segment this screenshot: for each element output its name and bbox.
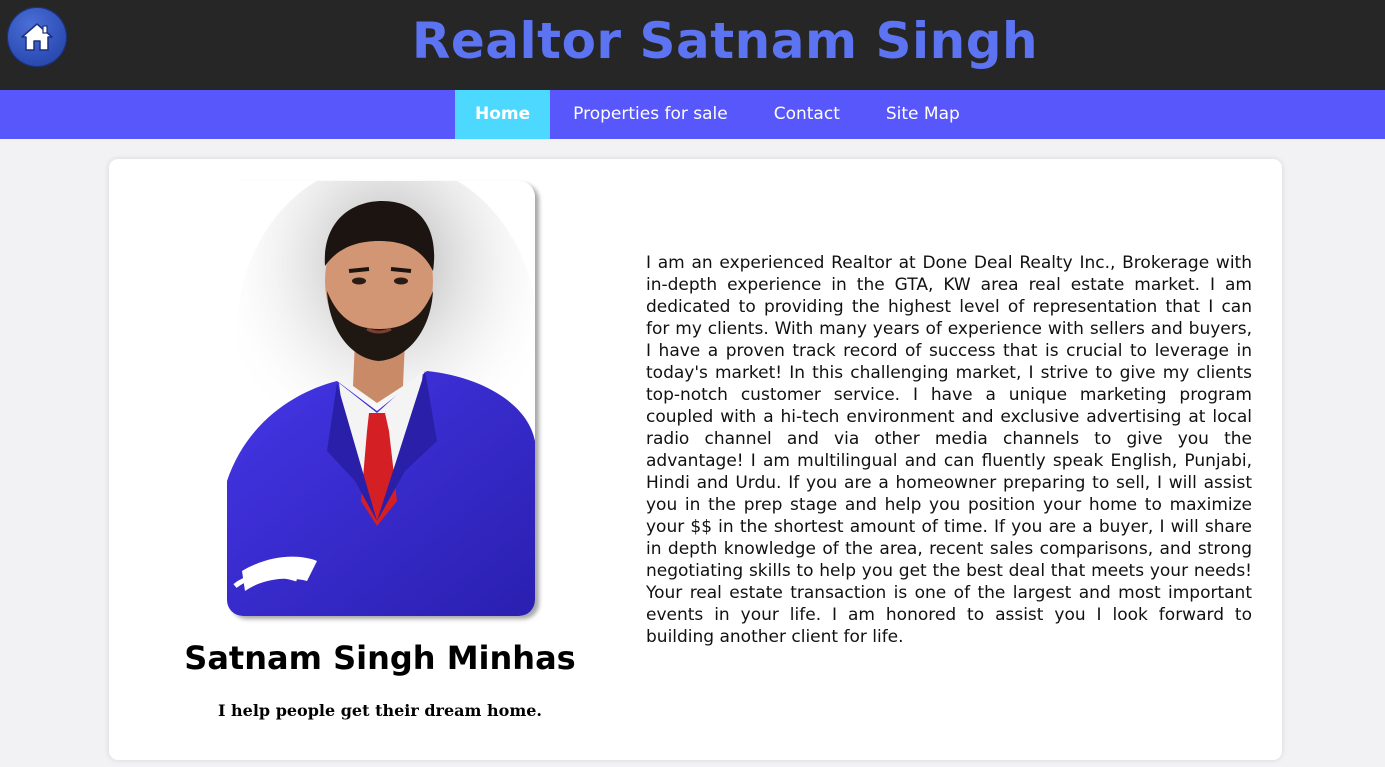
profile-bio: I am an experienced Realtor at Done Deal… <box>646 253 1252 647</box>
site-header: Realtor Satnam Singh <box>0 0 1385 90</box>
nav-item-contact[interactable]: Contact <box>751 90 863 139</box>
site-title: Realtor Satnam Singh <box>411 12 1039 70</box>
profile-card: Satnam Singh Minhas I help people get th… <box>109 159 1282 760</box>
profile-photo <box>227 181 535 616</box>
main-nav: Home Properties for sale Contact Site Ma… <box>0 90 1385 139</box>
nav-item-properties-for-sale[interactable]: Properties for sale <box>550 90 751 139</box>
profile-tagline: I help people get their dream home. <box>217 701 542 720</box>
nav-item-home[interactable]: Home <box>455 90 551 139</box>
profile-name: Satnam Singh Minhas <box>184 639 576 677</box>
nav-item-site-map[interactable]: Site Map <box>863 90 983 139</box>
